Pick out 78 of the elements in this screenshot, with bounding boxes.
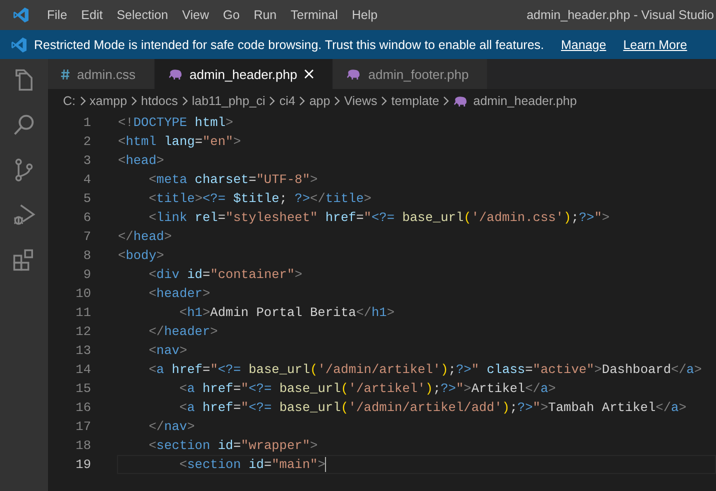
line-number: 14 — [74, 362, 91, 377]
chevron-icon — [381, 96, 388, 106]
chevron-icon — [131, 96, 138, 106]
line-number: 11 — [74, 305, 91, 320]
hash-icon — [61, 68, 70, 80]
editor-tab[interactable]: admin_header.php — [154, 59, 334, 89]
chevron-icon — [334, 96, 340, 106]
elephant-icon — [168, 68, 183, 80]
line-number: 19 — [74, 457, 91, 472]
code-line: <section id="main"> — [178, 457, 326, 472]
breadcrumb-item[interactable]: htdocs — [141, 94, 178, 108]
line-number: 16 — [74, 400, 91, 415]
chevron-icon — [269, 96, 276, 106]
line-number: 13 — [74, 343, 91, 358]
line-number: 10 — [74, 286, 91, 301]
line-number: 2 — [82, 134, 91, 149]
line-number: 3 — [82, 153, 91, 168]
breadcrumb-item[interactable]: lab11_php_ci — [192, 94, 266, 108]
menu-item[interactable]: Edit — [74, 8, 110, 22]
code-line: <nav> — [148, 343, 188, 358]
banner-link[interactable]: Learn More — [623, 38, 688, 52]
editor-tab[interactable]: admin.css — [48, 59, 155, 89]
code-line: <link rel="stylesheet" href="<?= base_url('/admin.css');?>"> — [148, 210, 610, 225]
line-number: 9 — [82, 267, 91, 282]
banner-message: Restricted Mode is intended for safe code browsing. Trust this window to enable all features. — [34, 38, 544, 52]
chevron-icon — [443, 96, 450, 106]
code-line: <section id="wrapper"> — [148, 438, 318, 453]
line-number: 6 — [82, 210, 91, 225]
code-line: <body> — [118, 248, 164, 263]
code-line: </nav> — [148, 419, 195, 434]
menu-item[interactable]: View — [175, 8, 216, 22]
line-number: 8 — [82, 248, 91, 263]
code-line: <meta charset="UTF-8"> — [148, 172, 318, 187]
line-number: 1 — [82, 115, 91, 130]
code-line: <!DOCTYPE html> — [118, 115, 234, 130]
breadcrumb-item[interactable]: C: — [63, 94, 76, 108]
banner-link[interactable]: Manage — [561, 38, 606, 52]
menu-item[interactable]: File — [40, 8, 74, 22]
breadcrumb-item[interactable]: admin_header.php — [473, 94, 577, 108]
code-line: <a href="<?= base_url('/admin/artikel/add');?>">Tambah Artikel</a> — [178, 400, 686, 415]
menu-item[interactable]: Go — [216, 8, 247, 22]
editor-tab[interactable]: admin_footer.php — [333, 59, 488, 89]
breadcrumb-item[interactable]: template — [391, 94, 440, 108]
line-number: 18 — [74, 438, 91, 453]
code-line: <div id="container"> — [148, 267, 302, 282]
code-line: </head> — [118, 229, 172, 244]
line-number: 15 — [74, 381, 91, 396]
elephant-icon — [453, 96, 468, 106]
code-line: </header> — [148, 324, 218, 339]
line-number: 5 — [82, 191, 91, 206]
breadcrumb-item[interactable]: xampp — [90, 94, 128, 108]
code-line: <header> — [148, 286, 210, 301]
breadcrumb-item[interactable]: app — [309, 94, 330, 108]
code-line: <h1>Admin Portal Berita</h1> — [178, 305, 394, 320]
chevron-icon — [80, 96, 86, 106]
vscode-logo-icon — [10, 36, 28, 54]
code-line: <a href="<?= base_url('/admin/artikel');?>" class="active">Dashboard</a> — [148, 362, 702, 377]
line-number: 17 — [74, 419, 91, 434]
breadcrumb-item[interactable]: Views — [344, 94, 378, 108]
chevron-icon — [299, 96, 306, 106]
breadcrumb-item[interactable]: ci4 — [279, 94, 296, 108]
code-line: <a href="<?= base_url('/artikel');?>">Artikel</a> — [178, 381, 556, 396]
line-number: 4 — [82, 172, 91, 187]
vscode-logo-icon — [12, 6, 30, 24]
code-line: <title><?= $title; ?></title> — [148, 191, 372, 206]
menu-item[interactable]: Help — [344, 8, 385, 22]
line-number: 12 — [74, 324, 91, 339]
close-icon[interactable] — [304, 69, 314, 79]
text-cursor — [325, 457, 326, 472]
menu-item[interactable]: Terminal — [284, 8, 345, 22]
menu-item[interactable]: Run — [246, 8, 284, 22]
elephant-icon — [346, 68, 362, 80]
line-number: 7 — [82, 229, 91, 244]
menu-item[interactable]: Selection — [110, 8, 176, 22]
chevron-icon — [182, 96, 188, 106]
window-title: admin_header.php - Visual Studio — [526, 8, 715, 22]
code-line: <head> — [118, 153, 164, 168]
code-line: <html lang="en"> — [118, 134, 241, 149]
